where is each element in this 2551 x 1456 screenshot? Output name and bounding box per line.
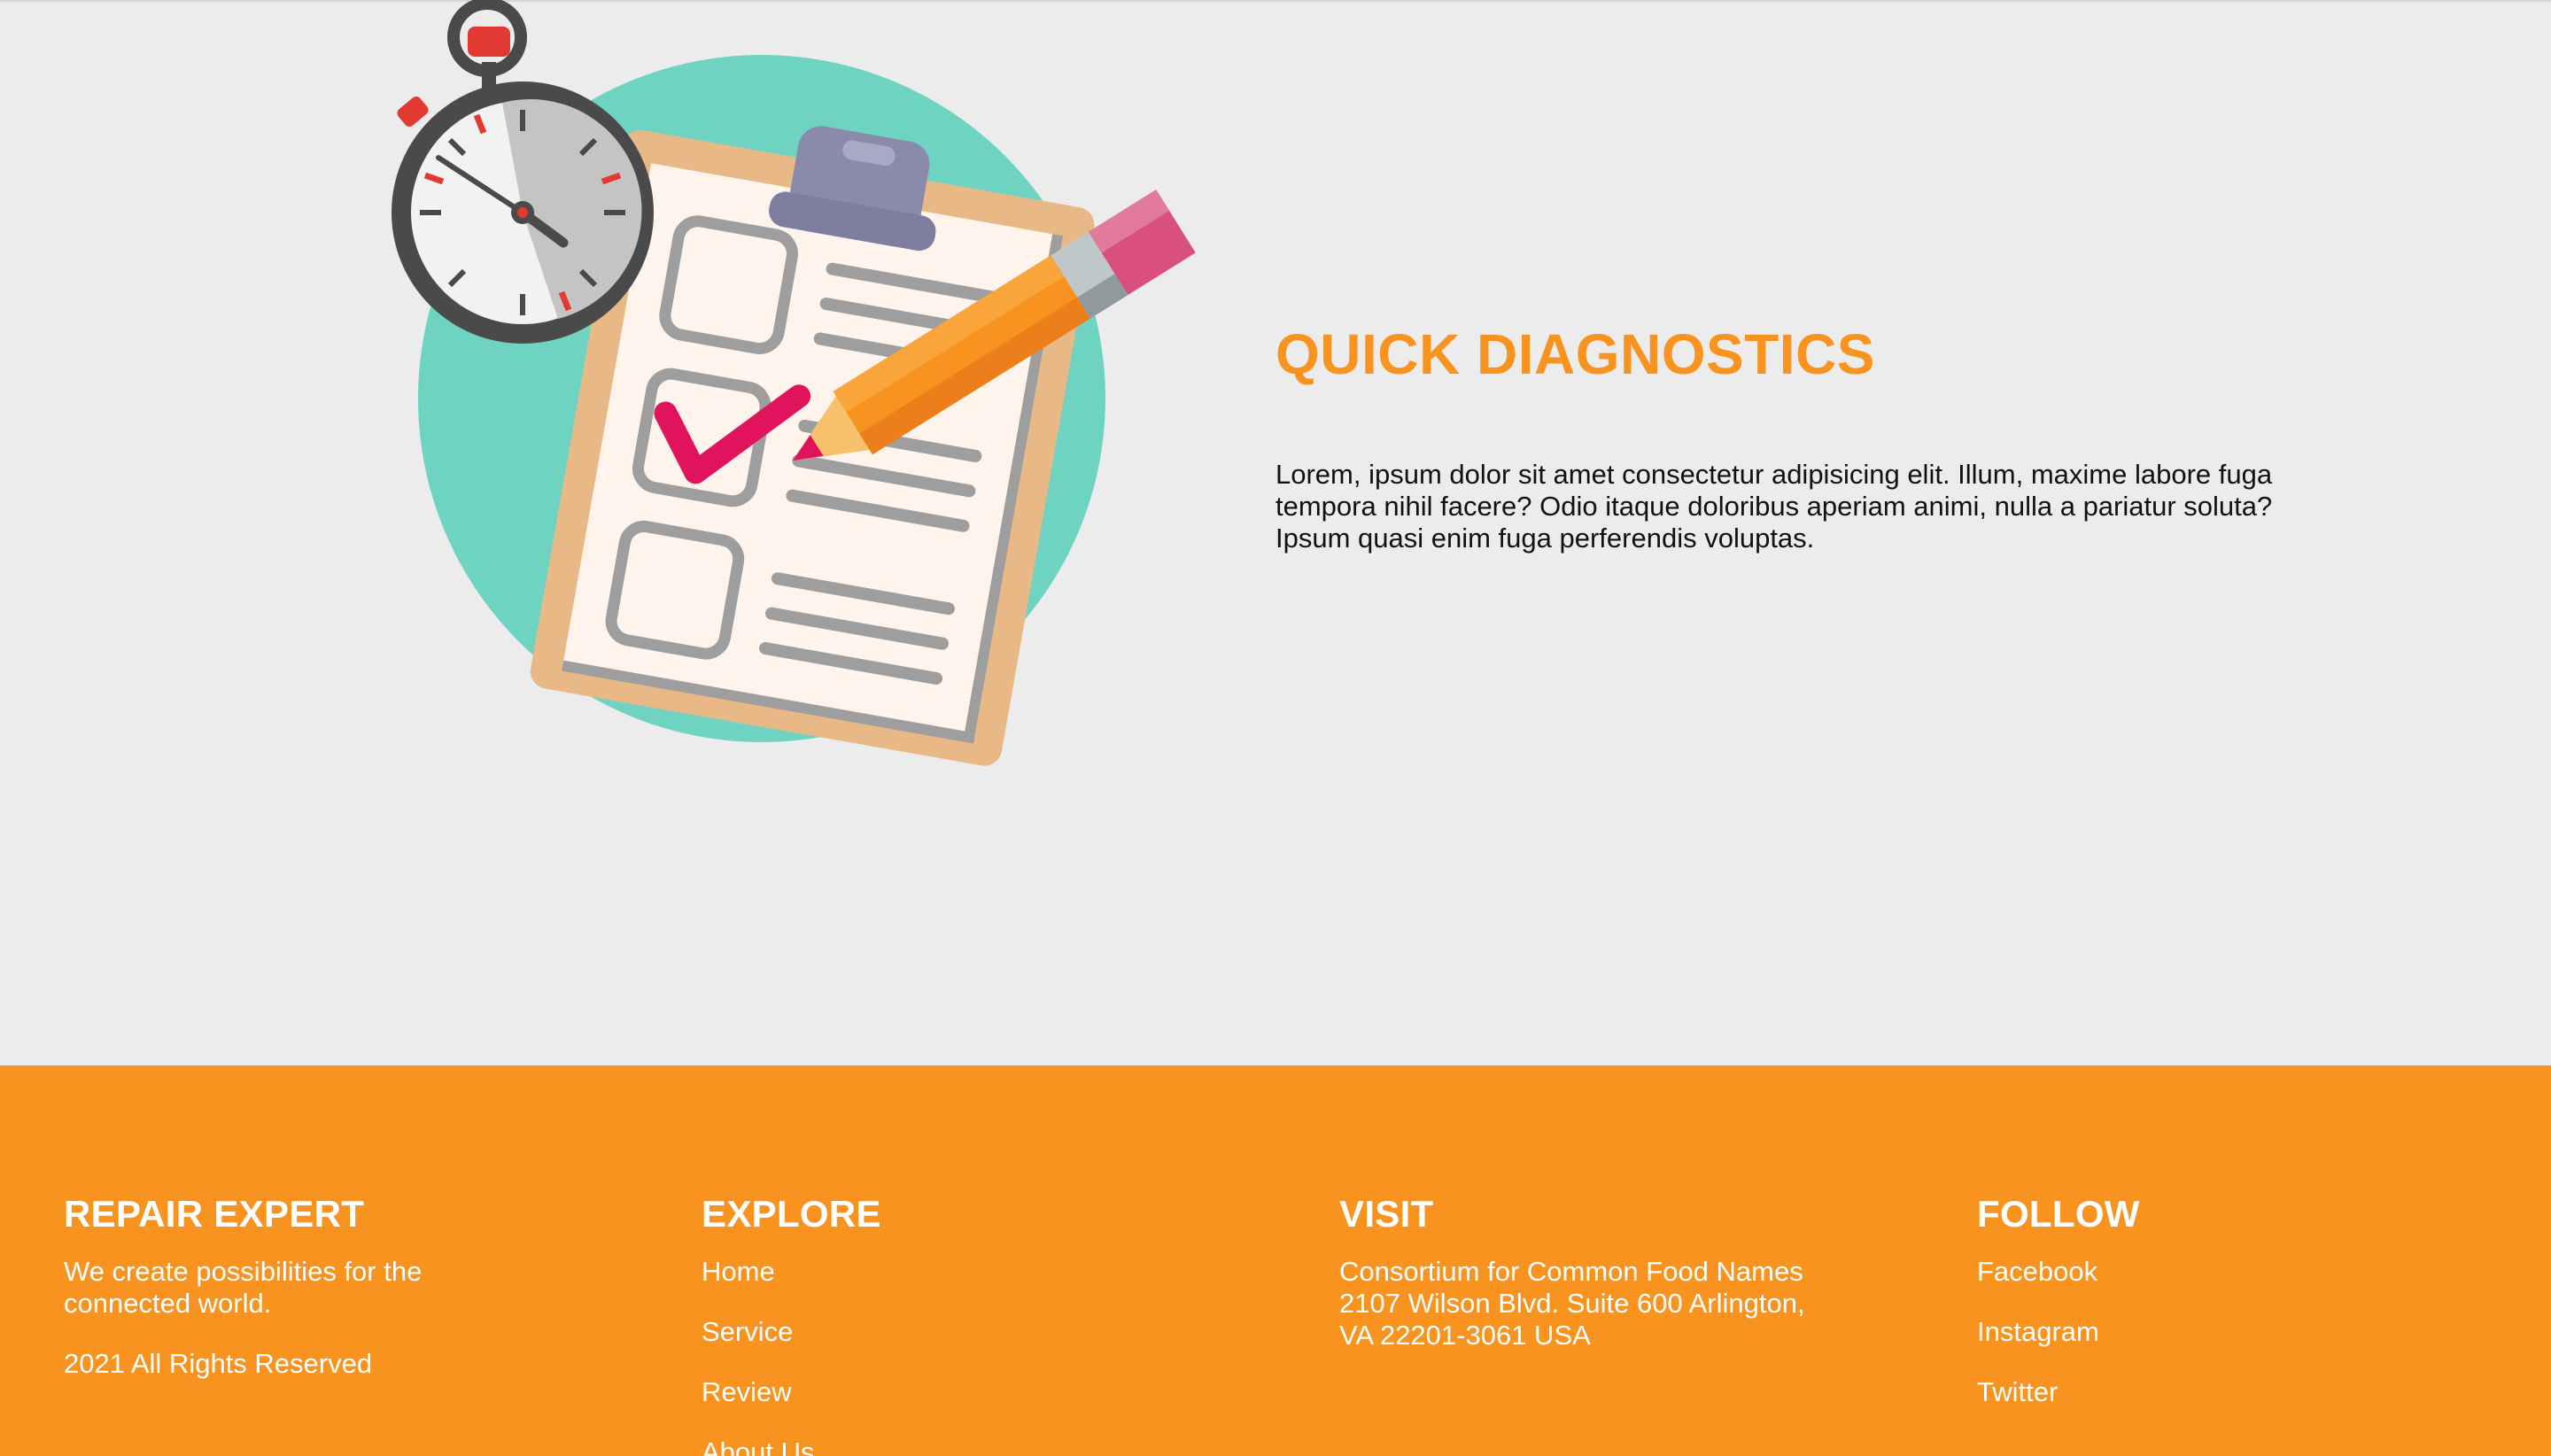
footer-link-instagram[interactable]: Instagram [1977,1316,2099,1347]
diagnostics-illustration [392,0,1196,766]
footer-follow-links: Facebook Instagram Twitter [1977,1256,2526,1408]
footer: REPAIR EXPERT We create possibilities fo… [0,1065,2551,1456]
footer-link-item: Review [702,1376,1251,1408]
footer-link-item: Facebook [1977,1256,2526,1288]
footer-visit-column: VISIT Consortium for Common Food Names 2… [1339,1194,1888,1380]
footer-visit-heading: VISIT [1339,1193,1434,1235]
footer-link-item: Twitter [1977,1376,2526,1408]
footer-follow-column: FOLLOW Facebook Instagram Twitter [1977,1194,2526,1437]
footer-explore-links: Home Service Review About Us [702,1256,1251,1456]
footer-explore-heading: EXPLORE [702,1193,881,1235]
address-line-1: Consortium for Common Food Names [1339,1256,1803,1287]
footer-address: Consortium for Common Food Names 2107 Wi… [1339,1256,1888,1351]
footer-link-item: Home [702,1256,1251,1288]
page: QUICK DIAGNOSTICS Lorem, ipsum dolor sit… [0,0,2551,1456]
top-divider [0,0,2551,2]
footer-link-twitter[interactable]: Twitter [1977,1376,2058,1407]
footer-follow-heading: FOLLOW [1977,1193,2140,1235]
stopwatch-icon [392,0,654,344]
footer-brand-heading: REPAIR EXPERT [64,1193,365,1235]
footer-link-about-us[interactable]: About Us [702,1437,815,1456]
hero-title: QUICK DIAGNOSTICS [1276,322,1875,386]
footer-link-facebook[interactable]: Facebook [1977,1256,2097,1287]
footer-link-home[interactable]: Home [702,1256,775,1287]
hero-text-block: QUICK DIAGNOSTICS Lorem, ipsum dolor sit… [1276,319,2303,554]
footer-link-item: Instagram [1977,1316,2526,1348]
address-line-3: VA 22201-3061 USA [1339,1320,1591,1351]
footer-link-item: About Us [702,1437,1251,1456]
footer-tagline: We create possibilities for the connecte… [64,1256,423,1319]
footer-link-service[interactable]: Service [702,1316,793,1347]
footer-link-item: Service [702,1316,1251,1348]
hero-section: QUICK DIAGNOSTICS Lorem, ipsum dolor sit… [0,0,2551,1065]
footer-explore-column: EXPLORE Home Service Review About Us [702,1194,1251,1456]
footer-link-review[interactable]: Review [702,1376,792,1407]
hero-description: Lorem, ipsum dolor sit amet consectetur … [1276,459,2273,554]
address-line-2: 2107 Wilson Blvd. Suite 600 Arlington, [1339,1288,1805,1319]
footer-copyright: 2021 All Rights Reserved [64,1348,373,1379]
footer-brand-column: REPAIR EXPERT We create possibilities fo… [64,1194,613,1408]
